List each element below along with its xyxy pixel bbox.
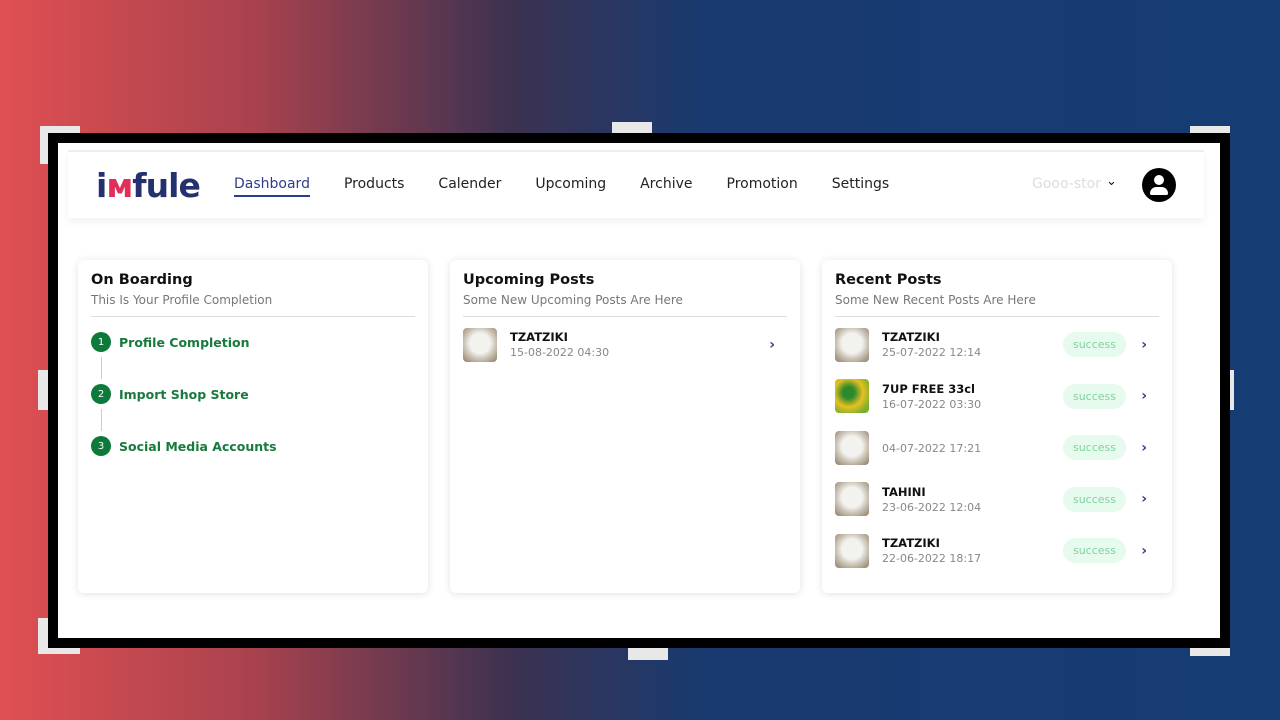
main-nav: Dashboard Products Calender Upcoming Arc… <box>234 176 889 197</box>
device-frame: iмfule Dashboard Products Calender Upcom… <box>48 133 1230 648</box>
status-badge: success <box>1062 383 1126 409</box>
app-screen: iмfule Dashboard Products Calender Upcom… <box>58 143 1220 638</box>
post-date: 16-07-2022 03:30 <box>882 397 982 411</box>
step-connector <box>101 357 102 379</box>
user-avatar-icon[interactable] <box>1142 168 1176 202</box>
onboarding-step[interactable]: 1 Profile Completion <box>91 332 415 352</box>
chevron-right-icon[interactable]: › <box>1141 543 1147 559</box>
post-thumbnail <box>463 327 497 362</box>
nav-calender[interactable]: Calender <box>438 176 501 197</box>
chevron-down-icon[interactable]: ⌄ <box>1106 174 1117 189</box>
top-navbar: iмfule Dashboard Products Calender Upcom… <box>68 150 1204 218</box>
status-badge: success <box>1062 435 1126 461</box>
card-title: Recent Posts <box>835 272 942 288</box>
recent-posts-card: Recent Posts Some New Recent Posts Are H… <box>822 260 1172 593</box>
chevron-right-icon[interactable]: › <box>1141 440 1147 456</box>
post-row[interactable]: TZATZIKI 15-08-2022 04:30 › <box>463 319 787 371</box>
chevron-right-icon[interactable]: › <box>769 337 775 353</box>
post-row[interactable]: 04-07-2022 17:21 success › <box>835 422 1159 474</box>
post-name: TZATZIKI <box>882 536 940 551</box>
post-date: 22-06-2022 18:17 <box>882 552 982 566</box>
card-title: On Boarding <box>91 272 193 288</box>
card-subtitle: This Is Your Profile Completion <box>91 293 415 317</box>
logo[interactable]: iмfule <box>96 166 201 205</box>
store-selector[interactable]: Gooo-stor <box>1032 176 1101 192</box>
post-name: TZATZIKI <box>510 330 568 345</box>
step-number: 2 <box>91 384 111 404</box>
post-row[interactable]: TZATZIKI 22-06-2022 18:17 success › <box>835 525 1159 577</box>
step-number: 1 <box>91 332 111 352</box>
nav-products[interactable]: Products <box>344 176 404 197</box>
post-thumbnail <box>835 430 869 465</box>
nav-settings[interactable]: Settings <box>832 176 889 197</box>
post-thumbnail <box>835 379 869 414</box>
step-label: Import Shop Store <box>119 386 249 402</box>
corner-bracket <box>40 126 48 164</box>
chevron-right-icon[interactable]: › <box>1141 491 1147 507</box>
onboarding-card: On Boarding This Is Your Profile Complet… <box>78 260 428 593</box>
status-badge: success <box>1062 332 1126 358</box>
post-thumbnail <box>835 533 869 568</box>
nav-promotion[interactable]: Promotion <box>727 176 798 197</box>
status-badge: success <box>1062 486 1126 512</box>
post-thumbnail <box>835 482 869 517</box>
chevron-right-icon[interactable]: › <box>1141 337 1147 353</box>
onboarding-step[interactable]: 3 Social Media Accounts <box>91 436 415 456</box>
nav-archive[interactable]: Archive <box>640 176 692 197</box>
card-title: Upcoming Posts <box>463 272 595 288</box>
card-subtitle: Some New Upcoming Posts Are Here <box>463 293 787 317</box>
nav-dashboard[interactable]: Dashboard <box>234 176 310 197</box>
post-name: TZATZIKI <box>882 330 940 345</box>
step-number: 3 <box>91 436 111 456</box>
post-date: 23-06-2022 12:04 <box>882 500 982 514</box>
post-name: 7UP FREE 33cl <box>882 381 975 396</box>
step-connector <box>101 409 102 431</box>
upcoming-posts-card: Upcoming Posts Some New Upcoming Posts A… <box>450 260 800 593</box>
post-row[interactable]: TAHINI 23-06-2022 12:04 success › <box>835 474 1159 526</box>
post-thumbnail <box>835 327 869 362</box>
chevron-right-icon[interactable]: › <box>1141 388 1147 404</box>
edge-handle <box>628 646 668 660</box>
status-badge: success <box>1062 538 1126 564</box>
step-label: Social Media Accounts <box>119 438 277 454</box>
post-row[interactable]: 7UP FREE 33cl 16-07-2022 03:30 success › <box>835 371 1159 423</box>
post-date: 15-08-2022 04:30 <box>510 346 610 360</box>
post-name: TAHINI <box>882 484 926 499</box>
step-label: Profile Completion <box>119 334 250 350</box>
post-date: 25-07-2022 12:14 <box>882 346 982 360</box>
card-subtitle: Some New Recent Posts Are Here <box>835 293 1159 317</box>
post-row[interactable]: TZATZIKI 25-07-2022 12:14 success › <box>835 319 1159 371</box>
post-date: 04-07-2022 17:21 <box>882 442 982 456</box>
nav-upcoming[interactable]: Upcoming <box>535 176 606 197</box>
onboarding-step[interactable]: 2 Import Shop Store <box>91 384 415 404</box>
